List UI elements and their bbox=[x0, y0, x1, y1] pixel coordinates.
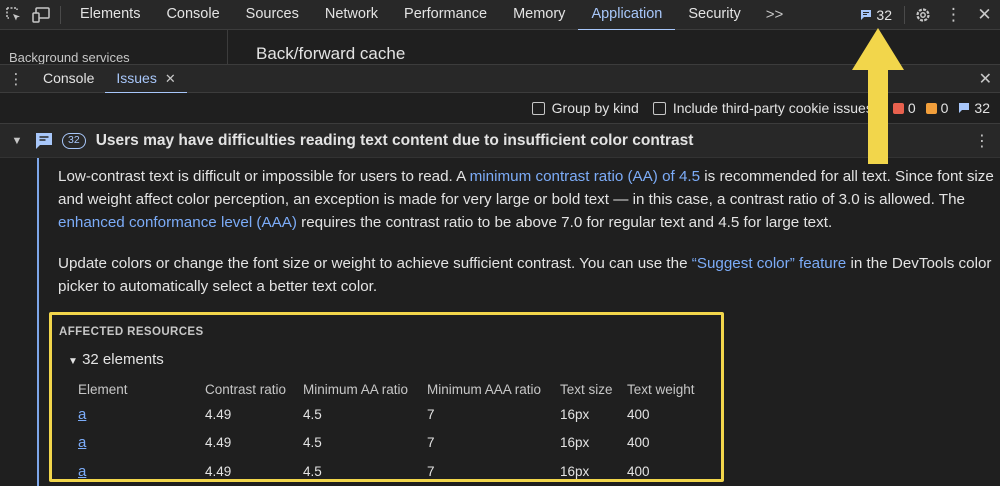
table-row: a 4.49 4.5 7 16px 400 bbox=[78, 457, 717, 486]
column-header-min-aaa: Minimum AAA ratio bbox=[427, 381, 542, 397]
drawer-tab-label: Console bbox=[43, 70, 95, 86]
column-header-min-aa: Minimum AA ratio bbox=[303, 381, 409, 397]
drawer-tab-console[interactable]: Console bbox=[32, 65, 105, 93]
elements-toggle[interactable]: ▼ 32 elements bbox=[68, 351, 164, 368]
third-party-cookie-checkbox[interactable]: Include third-party cookie issues bbox=[652, 100, 873, 116]
description-text: Low-contrast text is difficult or imposs… bbox=[58, 168, 470, 185]
min-aaa-cell: 7 bbox=[427, 435, 435, 451]
collapse-caret-icon: ▼ bbox=[68, 356, 78, 367]
affected-elements-table: Element Contrast ratio Minimum AA ratio … bbox=[78, 378, 717, 486]
min-aa-cell: 4.5 bbox=[303, 463, 322, 479]
panel-tabs: Elements Console Sources Network Perform… bbox=[67, 0, 796, 31]
table-row: a 4.49 4.5 7 16px 400 bbox=[78, 400, 717, 429]
application-sidebar: Background services bbox=[0, 30, 228, 65]
issue-description: Low-contrast text is difficult or imposs… bbox=[58, 165, 998, 234]
min-aa-cell: 4.5 bbox=[303, 435, 322, 451]
issue-title: Users may have difficulties reading text… bbox=[95, 131, 694, 149]
column-header-text-size: Text size bbox=[560, 381, 613, 397]
affected-resources-title: AFFECTED RESOURCES bbox=[59, 326, 204, 338]
checkbox-box[interactable] bbox=[652, 101, 666, 115]
affected-resources-box: AFFECTED RESOURCES ▼ 32 elements Element… bbox=[49, 312, 724, 482]
table-row: a 4.49 4.5 7 16px 400 bbox=[78, 429, 717, 458]
issues-count: 32 bbox=[876, 7, 892, 23]
min-aaa-cell: 7 bbox=[427, 463, 435, 479]
settings-gear-icon[interactable] bbox=[907, 0, 938, 30]
tab-memory[interactable]: Memory bbox=[500, 0, 578, 30]
info-counter: 32 bbox=[958, 100, 990, 116]
tab-application[interactable]: Application bbox=[578, 0, 676, 31]
text-weight-cell: 400 bbox=[627, 406, 650, 422]
error-count: 0 bbox=[907, 100, 916, 116]
tab-security[interactable]: Security bbox=[675, 0, 753, 30]
close-tab-icon[interactable]: ✕ bbox=[165, 65, 176, 92]
contrast-ratio-cell: 4.49 bbox=[205, 406, 232, 422]
checkbox-box[interactable] bbox=[531, 101, 545, 115]
min-aa-cell: 4.5 bbox=[303, 406, 322, 422]
contrast-ratio-cell: 4.49 bbox=[205, 435, 232, 451]
info-message-icon bbox=[959, 103, 970, 113]
elements-count: 32 elements bbox=[82, 351, 164, 368]
more-tabs-button[interactable]: >> bbox=[754, 0, 796, 30]
issue-accent-bar bbox=[37, 158, 39, 486]
info-count: 32 bbox=[974, 100, 990, 116]
table-header-row: Element Contrast ratio Minimum AA ratio … bbox=[78, 378, 717, 400]
element-link[interactable]: a bbox=[78, 429, 205, 458]
text-size-cell: 16px bbox=[560, 435, 590, 451]
close-drawer-icon[interactable]: ✕ bbox=[979, 69, 992, 89]
checkbox-label: Include third-party cookie issues bbox=[672, 100, 873, 116]
suggestion-text: Update colors or change the font size or… bbox=[58, 255, 692, 272]
device-toolbar-icon[interactable] bbox=[28, 0, 56, 30]
issues-counter-button[interactable]: 32 bbox=[850, 7, 902, 23]
issue-message-icon bbox=[861, 10, 872, 20]
page-title: Back/forward cache bbox=[256, 44, 406, 63]
warning-counter: 0 bbox=[925, 100, 949, 116]
tab-network[interactable]: Network bbox=[312, 0, 391, 30]
min-aaa-cell: 7 bbox=[427, 406, 435, 422]
toolbar-divider bbox=[904, 6, 905, 24]
issue-more-options-icon[interactable]: ⋮ bbox=[974, 131, 990, 151]
expand-caret-icon[interactable]: ▼ bbox=[0, 135, 34, 147]
column-header-contrast-ratio: Contrast ratio bbox=[205, 381, 287, 397]
sidebar-item-background-services[interactable]: Background services bbox=[9, 50, 130, 65]
issue-message-icon bbox=[36, 132, 52, 149]
issue-details: Low-contrast text is difficult or imposs… bbox=[0, 158, 1000, 486]
drawer-tab-issues[interactable]: Issues ✕ bbox=[105, 65, 188, 94]
element-link[interactable]: a bbox=[78, 400, 205, 429]
warning-icon bbox=[925, 102, 937, 114]
text-size-cell: 16px bbox=[560, 463, 590, 479]
issue-count-badge: 32 bbox=[62, 132, 86, 149]
drawer-menu-icon[interactable]: ⋮ bbox=[0, 70, 32, 88]
text-size-cell: 16px bbox=[560, 406, 590, 422]
description-text: requires the contrast ratio to be above … bbox=[296, 214, 833, 231]
drawer-tab-label: Issues bbox=[116, 70, 157, 86]
column-header-element: Element bbox=[78, 381, 128, 397]
tab-sources[interactable]: Sources bbox=[233, 0, 312, 30]
issue-suggestion: Update colors or change the font size or… bbox=[58, 252, 998, 298]
text-weight-cell: 400 bbox=[627, 435, 650, 451]
toolbar-divider bbox=[60, 5, 61, 24]
tab-elements[interactable]: Elements bbox=[67, 0, 153, 30]
more-options-icon[interactable]: ⋮ bbox=[938, 0, 969, 30]
group-by-kind-checkbox[interactable]: Group by kind bbox=[531, 100, 639, 116]
aaa-conformance-link[interactable]: enhanced conformance level (AAA) bbox=[58, 214, 297, 231]
column-header-text-weight: Text weight bbox=[627, 381, 695, 397]
aa-contrast-link[interactable]: minimum contrast ratio (AA) of 4.5 bbox=[470, 168, 700, 185]
inspect-element-icon[interactable] bbox=[0, 0, 28, 30]
annotation-arrow-icon bbox=[852, 28, 904, 164]
warning-count: 0 bbox=[940, 100, 949, 116]
contrast-ratio-cell: 4.49 bbox=[205, 463, 232, 479]
close-devtools-icon[interactable]: ✕ bbox=[969, 0, 1000, 30]
element-link[interactable]: a bbox=[78, 457, 205, 486]
tab-console[interactable]: Console bbox=[153, 0, 232, 30]
suggest-color-link[interactable]: “Suggest color” feature bbox=[692, 255, 847, 272]
checkbox-label: Group by kind bbox=[551, 100, 639, 116]
tab-performance[interactable]: Performance bbox=[391, 0, 500, 30]
text-weight-cell: 400 bbox=[627, 463, 650, 479]
